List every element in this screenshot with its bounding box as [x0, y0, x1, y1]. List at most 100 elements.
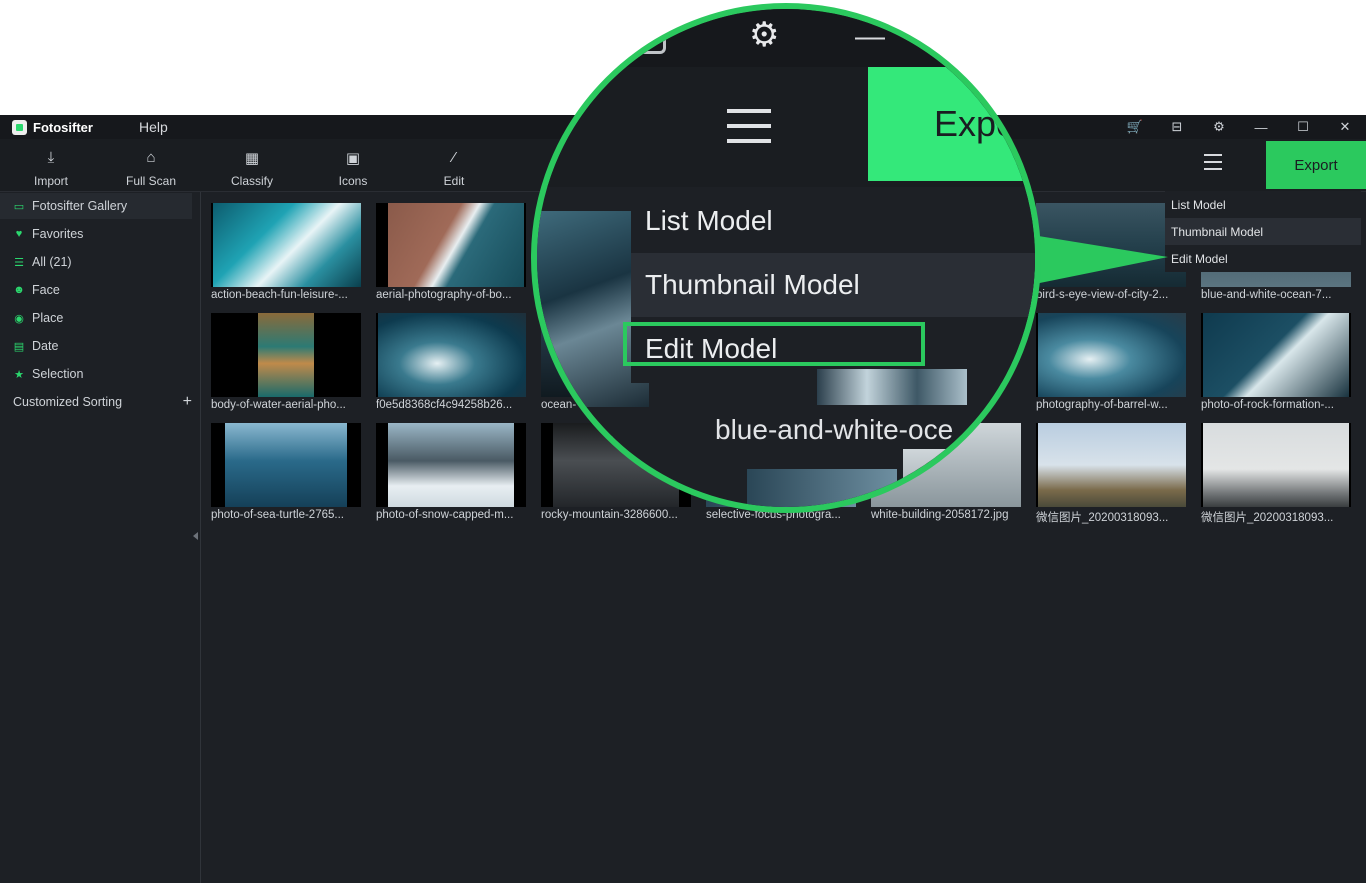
sidebar-item-label: Fotosifter Gallery	[32, 199, 128, 213]
import-button[interactable]: ⤓ Import	[11, 139, 91, 191]
sidebar-item-face[interactable]: ☻ Face	[0, 277, 192, 303]
photo-thumbnail	[376, 423, 526, 507]
photo-caption: photo-of-rock-formation-...	[1201, 399, 1334, 411]
register-icon[interactable]: ⊟	[1156, 119, 1198, 135]
icons-icon: ▣	[345, 150, 361, 167]
photo-caption: rocky-mountain-3286600...	[541, 509, 678, 521]
export-button[interactable]: Export	[1266, 141, 1366, 189]
photo-caption: photo-of-snow-capped-m...	[376, 509, 514, 521]
photo-item[interactable]: action-beach-fun-leisure-...	[211, 203, 361, 307]
photo-caption: photo-of-sea-turtle-2765...	[211, 509, 344, 521]
location-icon: ◉	[14, 312, 24, 325]
photo-caption: 微信图片_20200318093...	[1201, 512, 1334, 524]
cart-icon[interactable]: 🛒	[1114, 119, 1156, 135]
sidebar-item-place[interactable]: ◉ Place	[0, 305, 192, 331]
classify-button[interactable]: ▦ Classify	[212, 139, 292, 191]
zoomed-photo	[817, 369, 967, 405]
zoomed-register-icon	[633, 9, 666, 54]
settings-gear-icon[interactable]: ⚙	[1198, 119, 1240, 135]
photo-item[interactable]: body-of-water-aerial-pho...	[211, 313, 361, 417]
edit-label: Edit	[443, 174, 465, 188]
zoomed-list-model: List Model	[645, 205, 773, 236]
app-logo: Fotosifter	[12, 119, 93, 135]
sidebar-item-favorites[interactable]: ♥ Favorites	[0, 221, 192, 247]
window-controls: 🛒 ⊟ ⚙ — ☐ ✕	[1114, 115, 1366, 139]
edit-button[interactable]: ⁄ Edit	[414, 139, 494, 191]
icons-label: Icons	[338, 174, 368, 188]
zoom-magnifier: ⚙ — Expo List Model Thumbnail Model Edit…	[531, 3, 1041, 513]
magic-wand-icon: ⁄	[452, 149, 456, 166]
photo-thumbnail	[376, 203, 526, 287]
photo-thumbnail	[1201, 423, 1351, 507]
photo-item[interactable]: photo-of-snow-capped-m...	[376, 423, 526, 527]
photo-thumbnail	[1036, 423, 1186, 507]
zoomed-thumbnail-model: Thumbnail Model	[631, 253, 1035, 317]
photo-item[interactable]: 微信图片_20200318093...	[1036, 423, 1186, 527]
sidebar-item-gallery[interactable]: ▭ Fotosifter Gallery	[0, 193, 192, 219]
callout-pointer	[1020, 233, 1168, 287]
close-icon[interactable]: ✕	[1324, 119, 1366, 135]
photo-caption: white-building-2058172.jpg	[871, 509, 1009, 521]
photo-item[interactable]: 微信图片_20200318093...	[1201, 423, 1351, 527]
zoomed-export-button: Expo	[868, 67, 1035, 181]
sidebar-item-label: All (21)	[32, 255, 72, 269]
classify-label: Classify	[230, 174, 273, 188]
photo-caption: photography-of-barrel-w...	[1036, 399, 1168, 411]
icons-button[interactable]: ▣ Icons	[313, 139, 393, 191]
import-icon: ⤓	[47, 149, 55, 166]
sidebar-item-all[interactable]: ☰ All (21)	[0, 249, 192, 275]
photo-item[interactable]: photo-of-sea-turtle-2765...	[211, 423, 361, 527]
photo-thumbnail	[211, 203, 361, 287]
add-sorting-plus-icon[interactable]: +	[183, 393, 192, 411]
classify-icon: ▦	[244, 150, 260, 167]
edit-model-highlight	[623, 322, 925, 366]
list-icon: ☰	[14, 256, 24, 269]
collapse-sidebar-icon[interactable]	[193, 532, 198, 540]
photo-thumbnail	[1036, 313, 1186, 397]
view-menu-dropdown: List Model Thumbnail Model Edit Model	[1165, 191, 1361, 272]
star-icon: ★	[14, 368, 24, 381]
photo-caption: blue-and-white-ocean-7...	[1201, 289, 1332, 301]
menu-item-thumbnail-model[interactable]: Thumbnail Model	[1165, 218, 1361, 245]
full-scan-button[interactable]: ⌂ Full Scan	[111, 139, 191, 191]
photo-thumbnail	[376, 313, 526, 397]
zoomed-gear-icon: ⚙	[749, 16, 780, 54]
zoomed-title-bar: ⚙ —	[537, 9, 1035, 67]
scan-icon: ⌂	[146, 149, 156, 166]
sidebar-item-selection[interactable]: ★ Selection	[0, 361, 192, 387]
photo-caption: body-of-water-aerial-pho...	[211, 399, 346, 411]
photo-item[interactable]: f0e5d8368cf4c94258b26...	[376, 313, 526, 417]
photo-caption: 微信图片_20200318093...	[1036, 512, 1169, 524]
sidebar-item-date[interactable]: ▤ Date	[0, 333, 192, 359]
zoomed-caption: y-2...	[549, 414, 616, 447]
face-icon: ☻	[13, 284, 25, 296]
sidebar: ▭ Fotosifter Gallery ♥ Favorites ☰ All (…	[0, 192, 201, 883]
zoomed-hamburger-icon	[727, 109, 771, 154]
sidebar-item-label: Face	[32, 283, 60, 297]
menu-help[interactable]: Help	[139, 119, 168, 135]
photo-caption: f0e5d8368cf4c94258b26...	[376, 399, 513, 411]
menu-item-edit-model[interactable]: Edit Model	[1165, 245, 1361, 272]
photo-thumbnail	[211, 313, 361, 397]
sidebar-customized-sorting: Customized Sorting +	[0, 389, 205, 415]
photo-thumbnail	[1201, 313, 1351, 397]
view-menu-button[interactable]	[1204, 154, 1226, 176]
photo-caption: action-beach-fun-leisure-...	[211, 289, 348, 301]
logo-icon	[12, 119, 27, 135]
zoomed-toolbar: Expo	[537, 67, 1035, 187]
calendar-icon: ▤	[13, 340, 25, 353]
full-scan-label: Full Scan	[125, 174, 177, 188]
zoomed-caption: blue-and-white-oce	[715, 414, 954, 445]
heart-icon: ♥	[15, 228, 23, 240]
customized-sorting-label: Customized Sorting	[13, 395, 123, 409]
minimize-icon[interactable]: —	[1240, 120, 1282, 135]
sidebar-item-label: Place	[32, 311, 64, 325]
zoomed-minimize-icon: —	[855, 20, 885, 53]
photo-item[interactable]: photography-of-barrel-w...	[1036, 313, 1186, 417]
photo-item[interactable]: aerial-photography-of-bo...	[376, 203, 526, 307]
photo-thumbnail	[211, 423, 361, 507]
photo-item[interactable]: photo-of-rock-formation-...	[1201, 313, 1351, 417]
import-label: Import	[33, 174, 68, 188]
menu-item-list-model[interactable]: List Model	[1165, 191, 1361, 218]
maximize-icon[interactable]: ☐	[1282, 119, 1324, 135]
